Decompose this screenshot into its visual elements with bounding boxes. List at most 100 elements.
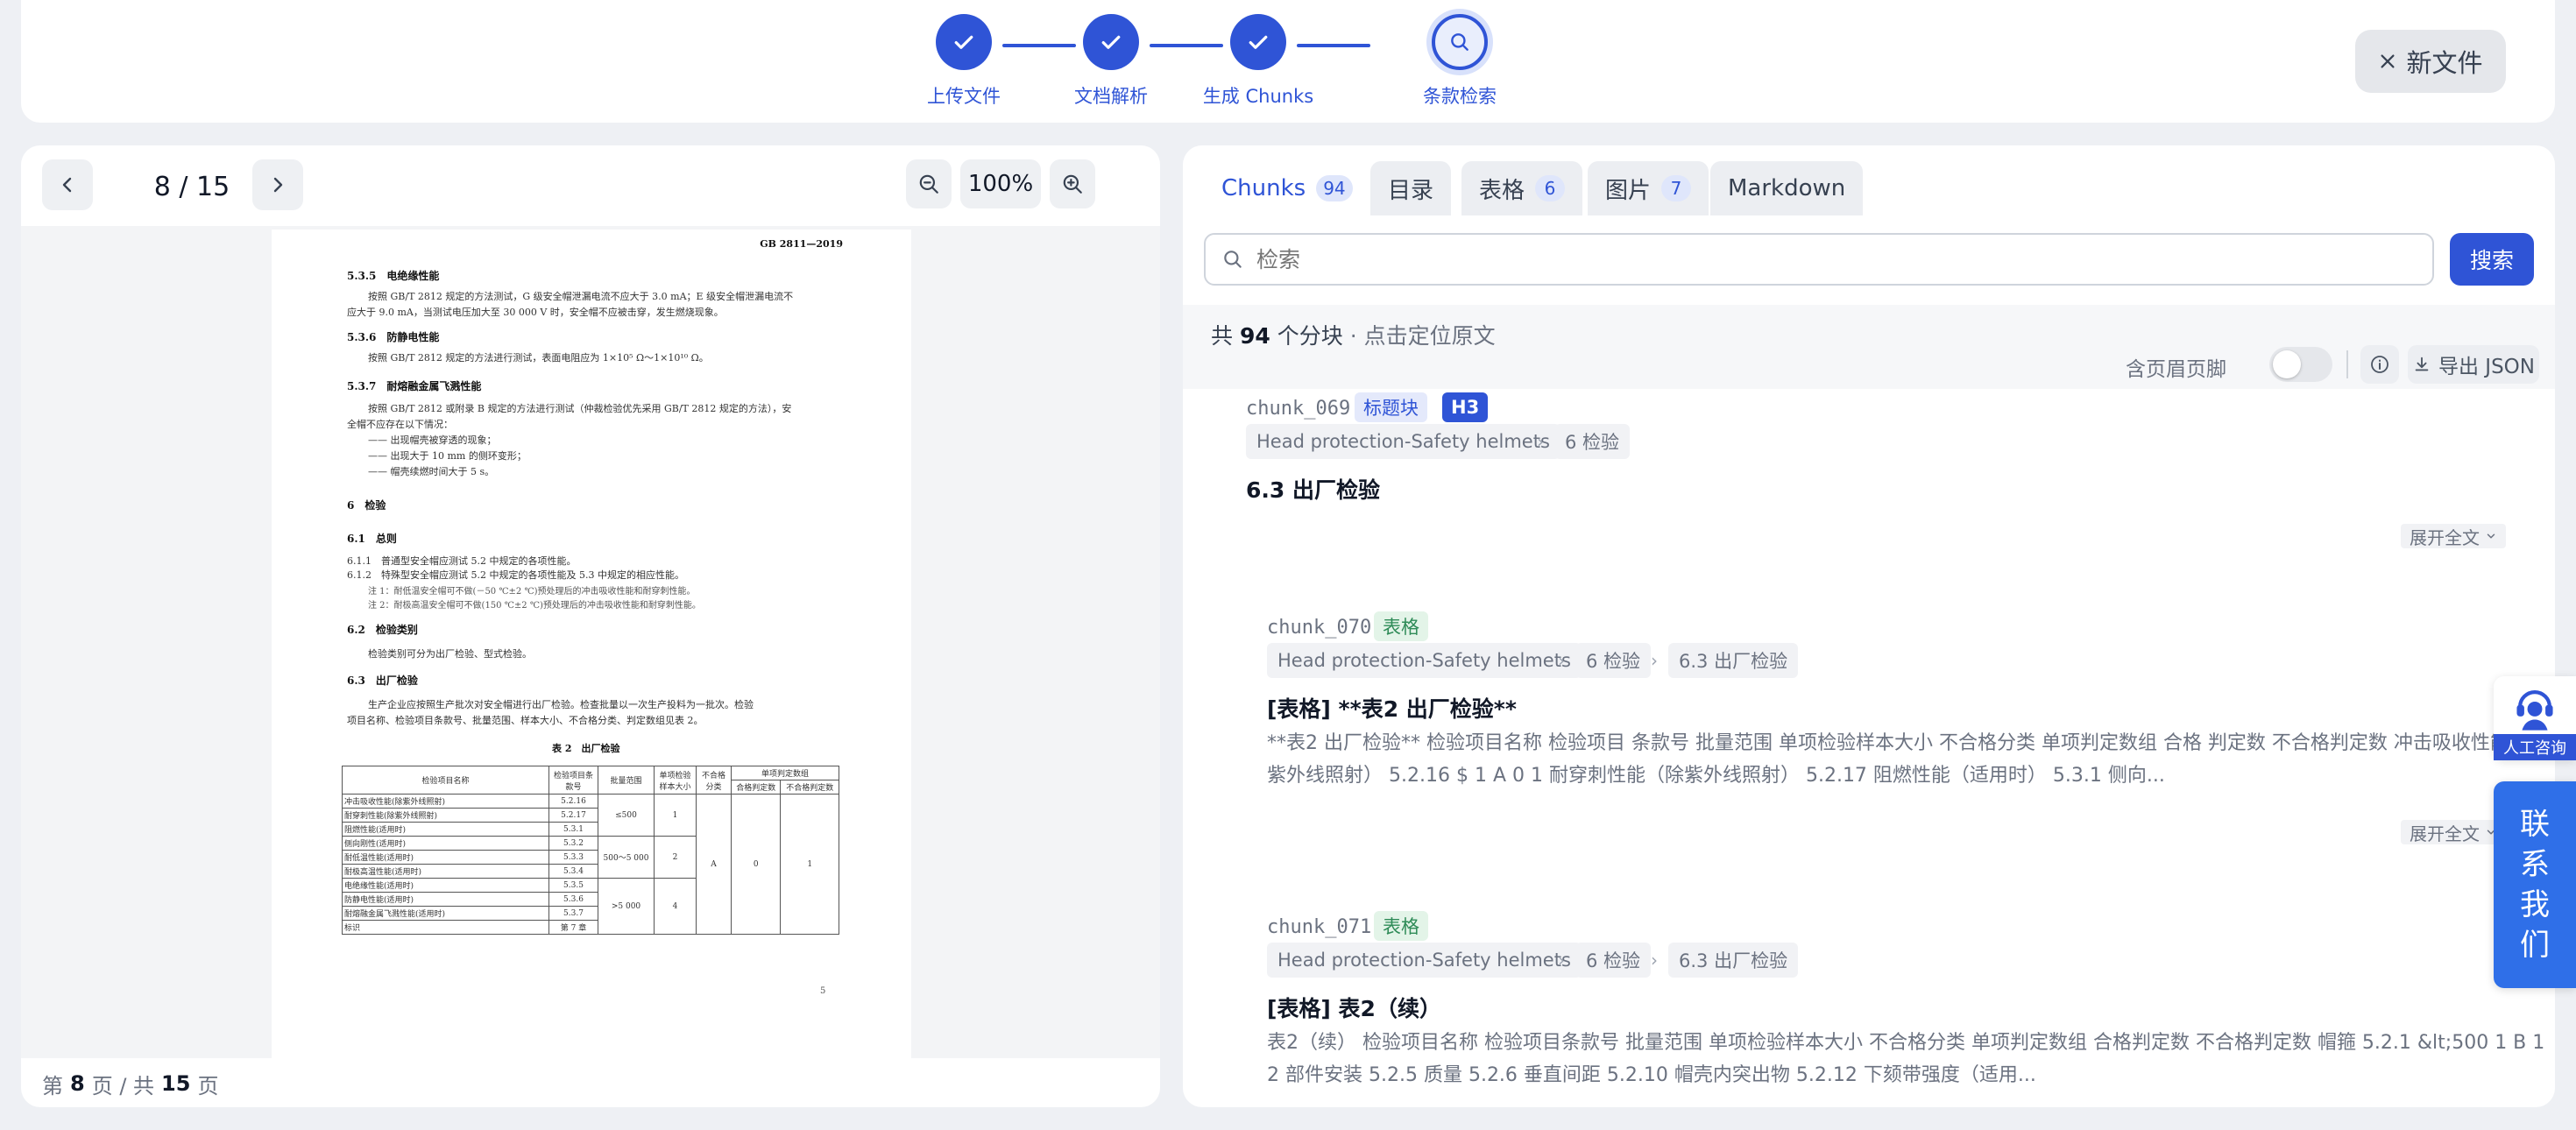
chunk-count: 共 94 个分块 · 点击定位原文: [1211, 319, 1496, 350]
table-cell: 5.3.7: [548, 906, 598, 921]
chunk-id: chunk_071: [1267, 916, 1372, 938]
chevron-left-icon: [62, 177, 72, 193]
table-cell: 0: [730, 794, 782, 935]
table-header: 批量范围: [598, 766, 655, 795]
breadcrumb-item: 6 检验: [1554, 424, 1631, 459]
breadcrumb-item: 6.3 出厂检验: [1668, 943, 1799, 978]
chunk-body: 表2（续） 检验项目名称 检验项目条款号 批量范围 单项检验样本大小 不合格分类…: [1267, 1032, 2545, 1086]
pdf-page[interactable]: GB 2811—2019 5.3.5 电绝缘性能 按照 GB/T 2812 规定…: [272, 230, 911, 1058]
header-footer-toggle[interactable]: [2269, 347, 2332, 382]
breadcrumb-item: 6 检验: [1575, 643, 1652, 678]
check-icon: [1083, 14, 1139, 70]
info-icon: [2371, 356, 2388, 373]
tab-label: Markdown: [1728, 175, 1846, 201]
tab-label: 表格: [1479, 177, 1525, 204]
table-cell: 5.3.1: [548, 822, 598, 837]
pdf-table-caption: 表 2 出厂检验: [552, 743, 620, 754]
table-cell: 500～5 000: [598, 836, 655, 879]
pdf-bullet: —— 帽壳续燃时间大于 5 s。: [368, 466, 495, 477]
pdf-heading: 5.3.6 防静电性能: [347, 331, 440, 343]
table-cell: 耐熔融金属飞溅性能(适用时): [342, 906, 549, 921]
table-header: 检验项目条款号: [548, 766, 598, 795]
chunk-title: [表格] **表2 出厂检验**: [1267, 696, 1517, 722]
chunk-type-tag: 表格: [1374, 611, 1428, 641]
footer-total-pages: 15: [161, 1071, 191, 1096]
pdf-text: 按照 GB/T 2812 规定的方法进行测试，表面电阻应为 1×10⁵ Ω～1×…: [368, 352, 709, 364]
tab-images[interactable]: 图片 7: [1588, 161, 1709, 215]
tab-label: 目录: [1388, 177, 1434, 204]
table-header: 检验项目名称: [342, 766, 549, 795]
header-footer-toggle-label: 含页眉页脚: [2126, 358, 2226, 381]
expand-button[interactable]: 展开全文: [2401, 820, 2506, 844]
chevron-right-icon: [273, 177, 283, 193]
table-cell: 5.2.16: [548, 794, 598, 809]
pdf-note: 注 2：耐极高温安全帽可不做(150 ℃±2 ℃)预处理后的冲击吸收性能和耐穿刺…: [368, 601, 701, 611]
footer-text: 页: [197, 1073, 219, 1098]
zoom-out-icon: [919, 174, 938, 194]
table-cell: 1: [654, 794, 697, 837]
chunk-type-tag: 表格: [1374, 911, 1428, 941]
headset-icon: [2516, 689, 2553, 731]
pdf-text: 项目名称、检验项目条款号、批量范围、样本大小、不合格分类、判定数组见表 2。: [347, 715, 704, 726]
table-cell: 冲击吸收性能(除紫外线照射): [342, 794, 549, 809]
footer-current-page: 8: [70, 1071, 85, 1096]
next-page-button[interactable]: [252, 159, 303, 210]
contact-label: 联系我们: [2520, 807, 2550, 963]
chevron-right-icon: ›: [1558, 950, 1565, 971]
step-search[interactable]: 条款检索: [1370, 14, 1549, 109]
pdf-bullet: —— 出现帽壳被穿透的现象；: [368, 434, 497, 446]
contact-us-button[interactable]: 联系我们: [2494, 781, 2576, 988]
breadcrumb-item: 6 检验: [1575, 943, 1652, 978]
export-label: 导出 JSON: [2438, 356, 2535, 378]
table-cell: 耐低温性能(适用时): [342, 850, 549, 865]
search-input[interactable]: [1256, 246, 2396, 272]
search-button[interactable]: 搜索: [2450, 233, 2534, 286]
new-file-label: 新文件: [2406, 48, 2483, 78]
pdf-heading: 6.2 检验类别: [347, 624, 418, 636]
pdf-text: 按照 GB/T 2812 或附录 B 规定的方法进行测试（仲裁检验优先采用 GB…: [368, 403, 792, 414]
pdf-standard-number: GB 2811—2019: [760, 238, 843, 250]
table-cell: 5.2.17: [548, 808, 598, 823]
close-icon: [2381, 54, 2396, 68]
pdf-bullet: —— 出现大于 10 mm 的侧环变形；: [368, 450, 527, 462]
pdf-table: 检验项目名称 检验项目条款号 批量范围 单项检验样本大小 不合格分类 单项判定数…: [342, 766, 839, 935]
tab-count-badge: 6: [1535, 175, 1566, 201]
export-json-button[interactable]: 导出 JSON: [2408, 345, 2539, 384]
expand-button[interactable]: 展开全文: [2401, 524, 2506, 548]
search-icon: [1224, 251, 1242, 268]
breadcrumb-item: 6.3 出厂检验: [1668, 643, 1799, 678]
chunk-id: chunk_069: [1246, 398, 1351, 420]
new-file-button[interactable]: 新文件: [2355, 30, 2506, 93]
search-icon: [1432, 14, 1488, 70]
pdf-text: 按照 GB/T 2812 规定的方法测试，G 级安全帽泄漏电流不应大于 3.0 …: [368, 291, 794, 302]
table-cell: >5 000: [598, 878, 655, 935]
breadcrumb-item: Head protection-Safety helmets: [1246, 424, 1560, 459]
human-consult-widget[interactable]: 人工咨询: [2494, 676, 2576, 760]
zoom-in-button[interactable]: [1050, 159, 1095, 208]
check-icon: [1230, 14, 1286, 70]
tab-count-badge: 7: [1661, 175, 1692, 201]
tab-tables[interactable]: 表格 6: [1461, 161, 1583, 215]
search-field[interactable]: [1204, 233, 2434, 286]
zoom-level: 100%: [960, 159, 1041, 208]
table-cell: 4: [654, 878, 697, 935]
pdf-text: 应大于 9.0 mA，当测试电压加大至 30 000 V 时，安全帽不应被击穿，…: [347, 307, 724, 318]
pdf-heading: 5.3.7 耐熔融金属飞溅性能: [347, 380, 482, 392]
prev-page-button[interactable]: [42, 159, 93, 210]
table-cell: 5.3.6: [548, 892, 598, 907]
zoom-out-button[interactable]: [906, 159, 952, 208]
pdf-text: 6.1.1 普通型安全帽应测试 5.2 中规定的各项性能。: [347, 555, 577, 567]
tab-toc[interactable]: 目录: [1370, 161, 1452, 215]
info-button[interactable]: [2360, 345, 2399, 384]
table-header: 不合格分类: [696, 766, 732, 795]
pdf-page-number: 5: [820, 986, 826, 996]
pdf-heading: 6.1 总则: [347, 533, 397, 545]
table-cell: 5.3.5: [548, 878, 598, 893]
tab-markdown[interactable]: Markdown: [1710, 161, 1864, 215]
pdf-text: 全帽不应存在以下情况：: [347, 419, 453, 430]
chunk-list-header: 共 94 个分块 · 点击定位原文 含页眉页脚 导出 JSON: [1183, 305, 2555, 389]
step-chunks[interactable]: 生成 Chunks: [1171, 14, 1346, 109]
table-cell: 防静电性能(适用时): [342, 892, 549, 907]
table-header: 单项检验样本大小: [654, 766, 697, 795]
tab-chunks[interactable]: Chunks 94: [1204, 161, 1370, 215]
